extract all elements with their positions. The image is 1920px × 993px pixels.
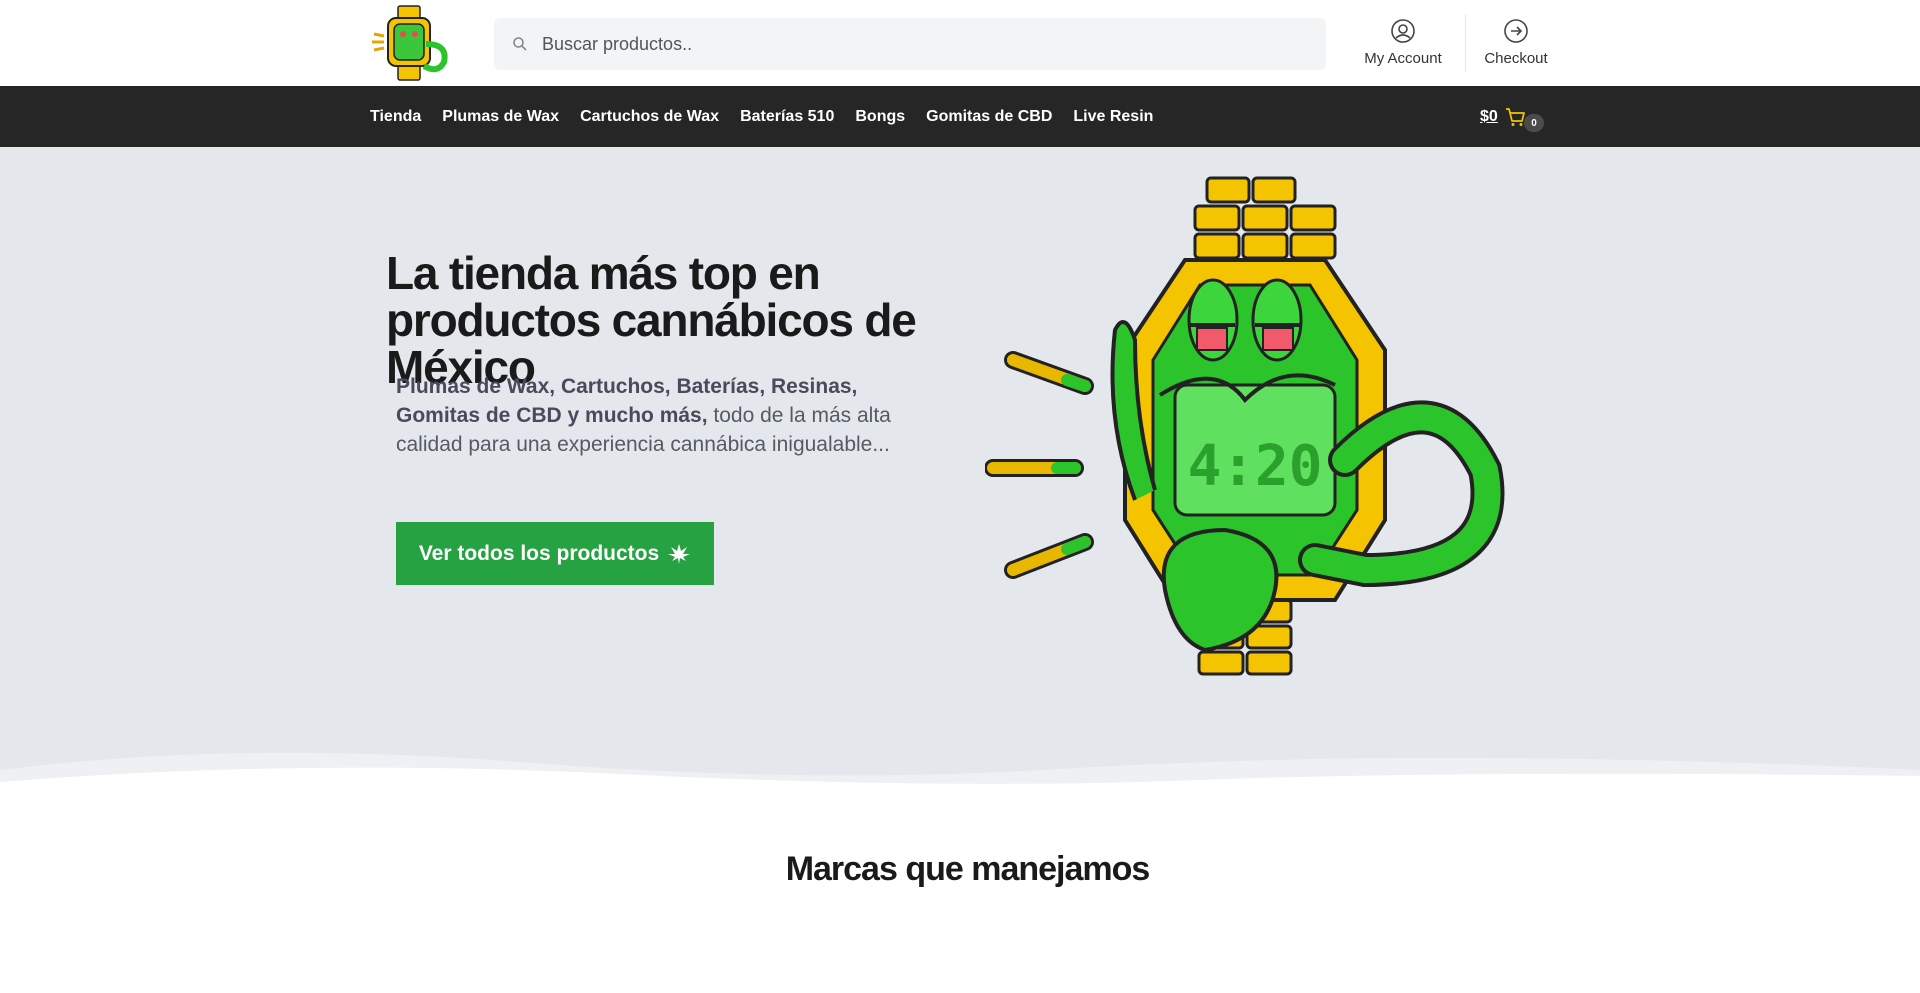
hero-section xyxy=(0,147,1920,787)
watch-display-text: 4:20 xyxy=(1188,434,1323,499)
nav-menu: Tienda Plumas de Wax Cartuchos de Wax Ba… xyxy=(370,86,1174,147)
motion-lines xyxy=(985,351,1094,579)
my-account-label: My Account xyxy=(1364,50,1442,67)
checkout-label: Checkout xyxy=(1484,50,1548,67)
checkout-link[interactable]: Checkout xyxy=(1474,18,1558,74)
nav-item-cartuchos-de-wax[interactable]: Cartuchos de Wax xyxy=(580,108,719,126)
nav-item-bongs[interactable]: Bongs xyxy=(855,108,905,126)
search-input[interactable] xyxy=(542,33,1302,55)
my-account-link[interactable]: My Account xyxy=(1360,18,1446,74)
search-icon xyxy=(513,37,527,51)
brands-section-title: Marcas que manejamos xyxy=(785,850,1151,888)
cart-count-badge: 0 xyxy=(1524,114,1544,132)
cannabis-leaf-icon xyxy=(668,543,691,564)
nav-item-tienda[interactable]: Tienda xyxy=(370,108,421,126)
cart-button[interactable]: $0 0 xyxy=(1480,86,1544,147)
nav-item-baterias-510[interactable]: Baterías 510 xyxy=(740,108,834,126)
watch-mascot-illustration: 4:20 xyxy=(985,176,1505,676)
watch-band-top xyxy=(1193,176,1337,260)
watch-mascot-logo-icon xyxy=(372,5,448,81)
nav-item-gomitas-de-cbd[interactable]: Gomitas de CBD xyxy=(926,108,1052,126)
nav-item-live-resin[interactable]: Live Resin xyxy=(1073,108,1153,126)
hero-description: Plumas de Wax, Cartuchos, Baterías, Resi… xyxy=(396,372,936,459)
site-logo[interactable] xyxy=(370,4,450,82)
hero-title: La tienda más top en productos cannábico… xyxy=(386,247,917,393)
view-all-products-button[interactable]: Ver todos los productos xyxy=(396,522,714,585)
search-bar xyxy=(494,18,1326,70)
arrow-right-circle-icon xyxy=(1504,19,1528,43)
nav-item-plumas-de-wax[interactable]: Plumas de Wax xyxy=(442,108,559,126)
site-header: My Account Checkout xyxy=(0,0,1920,86)
main-nav: Tienda Plumas de Wax Cartuchos de Wax Ba… xyxy=(0,86,1920,147)
cart-icon xyxy=(1505,107,1525,126)
cart-total: $0 xyxy=(1480,107,1498,125)
view-all-products-label: Ver todos los productos xyxy=(418,541,660,565)
header-divider xyxy=(1465,14,1466,72)
user-circle-icon xyxy=(1391,19,1415,43)
hero-wave-divider xyxy=(0,752,1920,810)
